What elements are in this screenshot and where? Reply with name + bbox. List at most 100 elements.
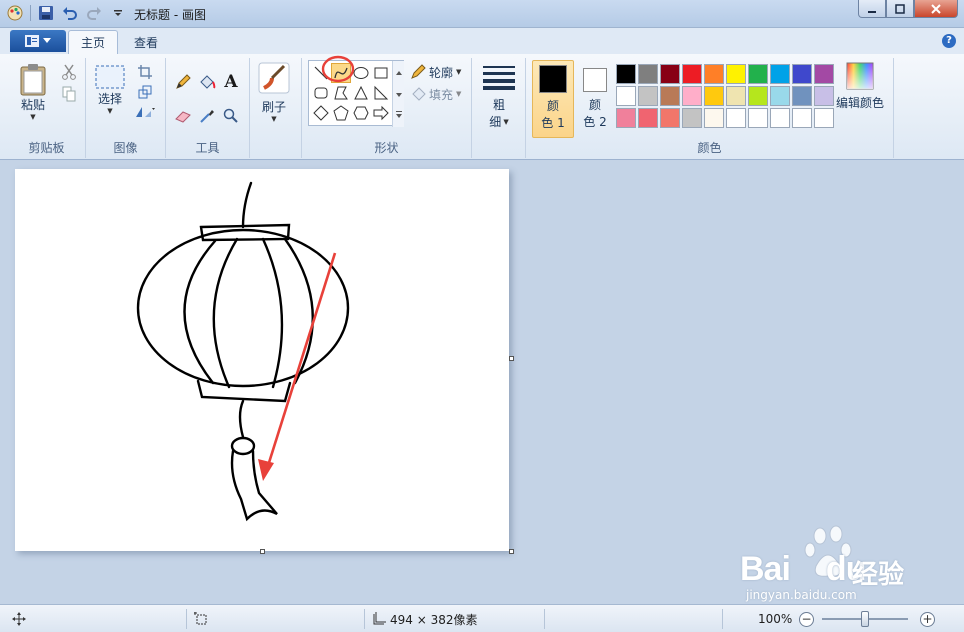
crop-icon xyxy=(138,65,152,79)
palette-color-11[interactable] xyxy=(638,86,658,106)
size-label-1: 粗 xyxy=(492,98,505,112)
palette-color-25[interactable] xyxy=(726,108,746,128)
rotate-icon xyxy=(136,107,155,117)
color1-button[interactable]: 颜 色 1 xyxy=(532,60,574,138)
color-picker-button[interactable] xyxy=(196,106,218,126)
copy-button[interactable] xyxy=(58,84,80,104)
shape-polygon[interactable] xyxy=(331,83,351,103)
save-icon[interactable] xyxy=(37,4,55,22)
text-button[interactable]: A xyxy=(220,72,242,92)
paint-app-icon[interactable] xyxy=(6,4,24,22)
maximize-button[interactable] xyxy=(886,0,914,18)
palette-color-20[interactable] xyxy=(616,108,636,128)
resize-handle-corner[interactable] xyxy=(509,549,514,554)
status-separator xyxy=(544,609,545,629)
brushes-button[interactable]: 刷子 ▼ xyxy=(258,62,290,123)
redo-icon[interactable] xyxy=(85,4,103,22)
app-menu-button[interactable] xyxy=(10,30,66,52)
palette-color-29[interactable] xyxy=(814,108,834,128)
palette-color-28[interactable] xyxy=(792,108,812,128)
shape-diamond[interactable] xyxy=(311,103,331,123)
palette-color-13[interactable] xyxy=(682,86,702,106)
shape-triangle[interactable] xyxy=(351,83,371,103)
watermark-url: jingyan.baidu.com xyxy=(746,588,857,602)
color2-button[interactable]: 颜 色 2 xyxy=(576,60,614,138)
palette-color-19[interactable] xyxy=(814,86,834,106)
outline-button[interactable]: 轮廓 ▼ xyxy=(410,62,461,82)
canvas-size: 494 × 382像素 xyxy=(372,605,478,632)
edit-colors-button[interactable]: 编辑颜色 xyxy=(836,62,884,111)
palette-color-16[interactable] xyxy=(748,86,768,106)
eraser-button[interactable] xyxy=(172,106,194,126)
size-button[interactable]: 粗 细 ▼ xyxy=(482,62,516,130)
palette-color-15[interactable] xyxy=(726,86,746,106)
shape-right-arrow[interactable] xyxy=(371,103,391,123)
outline-icon xyxy=(411,64,426,79)
palette-color-1[interactable] xyxy=(638,64,658,84)
qat-dropdown-icon[interactable] xyxy=(109,4,127,22)
rotate-button[interactable] xyxy=(134,102,156,122)
color-palette xyxy=(616,64,834,128)
rounded-rectangle-icon xyxy=(314,87,328,99)
palette-color-4[interactable] xyxy=(704,64,724,84)
shape-hexagon[interactable] xyxy=(351,103,371,123)
tab-home[interactable]: 主页 xyxy=(68,30,119,54)
drawing-canvas[interactable] xyxy=(15,169,509,551)
status-bar: 494 × 382像素 100% − + xyxy=(0,604,964,632)
selection-size-icon xyxy=(194,612,207,625)
close-button[interactable] xyxy=(914,0,958,18)
shape-rectangle[interactable] xyxy=(371,63,391,83)
fill-dropdown-button[interactable]: 填充 ▼ xyxy=(410,84,461,104)
color1-label-2: 色 1 xyxy=(541,116,565,130)
palette-color-23[interactable] xyxy=(682,108,702,128)
palette-color-24[interactable] xyxy=(704,108,724,128)
palette-color-17[interactable] xyxy=(770,86,790,106)
help-icon[interactable]: ? xyxy=(942,34,956,48)
brush-icon xyxy=(258,62,290,94)
zoom-out-button[interactable]: − xyxy=(799,612,814,627)
palette-color-27[interactable] xyxy=(770,108,790,128)
palette-color-2[interactable] xyxy=(660,64,680,84)
resize-button[interactable] xyxy=(134,82,156,102)
palette-color-5[interactable] xyxy=(726,64,746,84)
resize-handle-bottom[interactable] xyxy=(260,549,265,554)
palette-color-7[interactable] xyxy=(770,64,790,84)
palette-color-0[interactable] xyxy=(616,64,636,84)
palette-color-14[interactable] xyxy=(704,86,724,106)
palette-color-10[interactable] xyxy=(616,86,636,106)
resize-handle-right[interactable] xyxy=(509,356,514,361)
shape-rounded-rectangle[interactable] xyxy=(311,83,331,103)
pencil-button[interactable] xyxy=(172,72,194,92)
palette-color-18[interactable] xyxy=(792,86,812,106)
color2-swatch xyxy=(583,68,607,92)
move-cursor-icon xyxy=(12,612,26,626)
palette-color-6[interactable] xyxy=(748,64,768,84)
chevron-down-icon xyxy=(43,38,51,43)
group-clipboard: 粘贴 ▼ 剪贴板 xyxy=(8,58,86,158)
fill-button[interactable] xyxy=(196,72,218,92)
palette-color-8[interactable] xyxy=(792,64,812,84)
canvas-size-icon xyxy=(373,612,386,625)
paste-button[interactable]: 粘贴 ▼ xyxy=(18,62,48,121)
shape-pentagon[interactable] xyxy=(331,103,351,123)
cut-button[interactable] xyxy=(58,62,80,82)
minimize-button[interactable] xyxy=(858,0,886,18)
palette-color-3[interactable] xyxy=(682,64,702,84)
palette-color-9[interactable] xyxy=(814,64,834,84)
palette-color-22[interactable] xyxy=(660,108,680,128)
text-icon: A xyxy=(224,72,238,92)
shapes-scrollbar[interactable] xyxy=(392,61,404,127)
magnifier-button[interactable] xyxy=(220,106,242,126)
crop-button[interactable] xyxy=(134,62,156,82)
close-icon xyxy=(931,3,941,14)
zoom-slider-thumb[interactable] xyxy=(861,611,869,627)
ribbon: 粘贴 ▼ 剪贴板 选择 ▼ 图像 A 工具 刷子 ▼ 轮廓 ▼ 填充 ▼ 形状 … xyxy=(0,54,964,160)
palette-color-21[interactable] xyxy=(638,108,658,128)
zoom-in-button[interactable]: + xyxy=(920,612,935,627)
tab-view[interactable]: 查看 xyxy=(122,30,170,54)
palette-color-12[interactable] xyxy=(660,86,680,106)
palette-color-26[interactable] xyxy=(748,108,768,128)
shape-right-triangle[interactable] xyxy=(371,83,391,103)
select-button[interactable]: 选择 ▼ xyxy=(94,64,126,115)
undo-icon[interactable] xyxy=(61,4,79,22)
